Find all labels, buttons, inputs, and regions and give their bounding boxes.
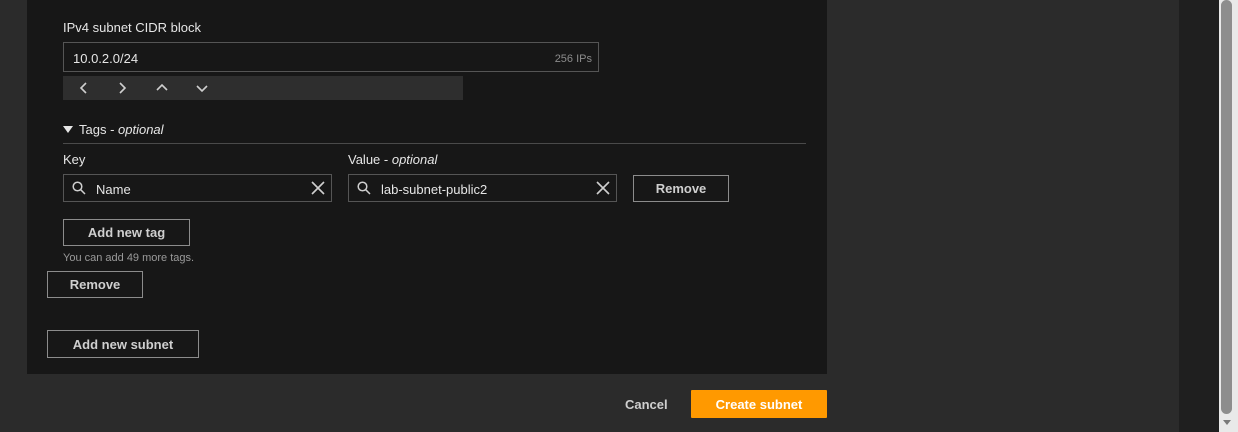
tag-key-input[interactable]: Name: [63, 174, 332, 202]
tags-section-toggle[interactable]: Tags - optional: [63, 122, 164, 137]
remove-tag-button[interactable]: Remove: [633, 175, 729, 202]
chevron-right-icon[interactable]: [113, 80, 131, 96]
add-new-subnet-button[interactable]: Add new subnet: [47, 330, 199, 358]
divider: [63, 143, 806, 144]
caret-down-icon: [63, 126, 73, 133]
chevron-up-icon[interactable]: [153, 80, 171, 96]
cidr-stepper: [63, 76, 463, 100]
tag-key-label: Key: [63, 152, 86, 167]
cancel-button[interactable]: Cancel: [625, 397, 668, 412]
search-icon: [72, 181, 86, 195]
chevron-left-icon[interactable]: [75, 80, 93, 96]
cidr-input[interactable]: 10.0.2.0/24 256 IPs: [63, 42, 599, 72]
tags-header-label: Tags - optional: [79, 122, 164, 137]
remove-subnet-button[interactable]: Remove: [47, 271, 143, 298]
scrollbar-thumb[interactable]: [1221, 0, 1232, 414]
tag-value-input[interactable]: lab-subnet-public2: [348, 174, 617, 202]
tag-value-value: lab-subnet-public2: [381, 182, 488, 197]
clear-icon[interactable]: [311, 181, 325, 195]
tags-remaining-hint: You can add 49 more tags.: [63, 252, 195, 264]
cidr-label: IPv4 subnet CIDR block: [63, 20, 202, 35]
cidr-value: 10.0.2.0/24: [73, 51, 139, 66]
chevron-down-icon[interactable]: [193, 80, 211, 96]
add-new-tag-button[interactable]: Add new tag: [63, 219, 190, 246]
search-icon: [357, 181, 371, 195]
create-subnet-button[interactable]: Create subnet: [691, 390, 827, 418]
tag-value-label: Value - optional: [348, 152, 438, 167]
scroll-down-icon[interactable]: [1223, 420, 1231, 425]
side-panel: [1179, 0, 1219, 432]
tag-key-value: Name: [96, 182, 131, 197]
cidr-ip-count: 256 IPs: [554, 53, 592, 65]
clear-icon[interactable]: [596, 181, 610, 195]
scrollbar[interactable]: [1219, 0, 1238, 432]
